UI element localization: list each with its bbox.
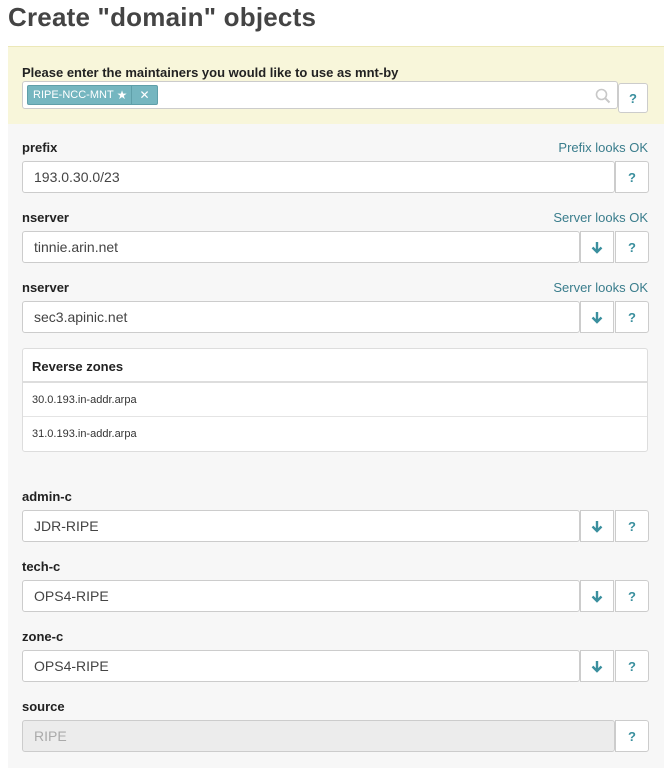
zone-c-label: zone-c [22,629,64,644]
zone-c-input[interactable]: OPS4-RIPE [22,650,580,682]
zone-c-help-button[interactable]: ? [615,650,649,682]
reverse-zones-header: Reverse zones [23,349,647,383]
reverse-zones-table: Reverse zones 30.0.193.in-addr.arpa 31.0… [22,348,648,452]
remove-tag-button[interactable]: ✕ [131,86,156,104]
tech-c-arrow-down-button[interactable] [580,580,614,612]
arrow-down-icon [591,590,603,603]
arrow-down-icon [591,520,603,533]
tech-c-label: tech-c [22,559,61,574]
nserver-help-button[interactable]: ? [615,231,649,263]
admin-c-arrow-down-button[interactable] [580,510,614,542]
maintainer-tag-label: RIPE-NCC-MNT [33,89,114,101]
nserver-help-button[interactable]: ? [615,301,649,333]
nserver-input[interactable]: sec3.apinic.net [22,301,580,333]
arrow-down-icon [591,241,603,254]
maintainers-input[interactable]: RIPE-NCC-MNT ★ ✕ [22,81,618,109]
tech-c-input[interactable]: OPS4-RIPE [22,580,580,612]
arrow-down-icon [591,311,603,324]
reverse-zone-row: 31.0.193.in-addr.arpa [32,428,137,440]
nserver-status: Server looks OK [553,280,648,295]
nserver-label: nserver [22,280,69,295]
prefix-help-button[interactable]: ? [615,161,649,193]
nserver-label: nserver [22,210,69,225]
maintainers-help-button[interactable]: ? [618,83,648,113]
form-area: prefix Prefix looks OK 193.0.30.0/23 ? n… [8,124,664,768]
nserver-status: Server looks OK [553,210,648,225]
source-label: source [22,699,65,714]
maintainers-section: Please enter the maintainers you would l… [8,46,664,124]
source-input: RIPE [22,720,615,752]
tech-c-help-button[interactable]: ? [615,580,649,612]
zone-c-arrow-down-button[interactable] [580,650,614,682]
maintainers-label: Please enter the maintainers you would l… [22,65,399,80]
admin-c-help-button[interactable]: ? [615,510,649,542]
nserver-arrow-down-button[interactable] [580,301,614,333]
admin-c-input[interactable]: JDR-RIPE [22,510,580,542]
source-help-button[interactable]: ? [615,720,649,752]
admin-c-label: admin-c [22,489,72,504]
star-icon: ★ [116,88,128,102]
nserver-arrow-down-button[interactable] [580,231,614,263]
prefix-input[interactable]: 193.0.30.0/23 [22,161,615,193]
prefix-status: Prefix looks OK [558,140,648,155]
reverse-zone-row: 30.0.193.in-addr.arpa [23,383,647,417]
nserver-input[interactable]: tinnie.arin.net [22,231,580,263]
search-icon [595,88,611,104]
arrow-down-icon [591,660,603,673]
prefix-label: prefix [22,140,58,155]
maintainer-tag: RIPE-NCC-MNT ★ ✕ [27,85,158,105]
page-title: Create "domain" objects [8,2,317,32]
